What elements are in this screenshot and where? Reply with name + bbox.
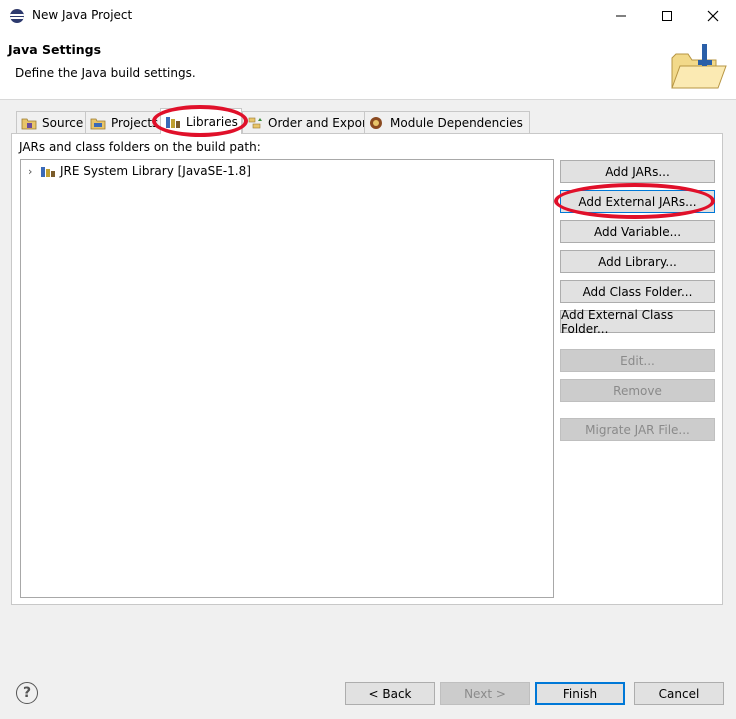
tab-order-and-export[interactable]: Order and Export — [242, 111, 379, 133]
source-folder-icon — [21, 116, 37, 130]
java-project-folder-icon — [671, 44, 727, 89]
tab-label: Order and Export — [268, 115, 372, 130]
window-title: New Java Project — [32, 8, 133, 22]
add-variable-button[interactable]: Add Variable... — [560, 220, 715, 243]
chevron-right-icon[interactable]: › — [28, 165, 40, 178]
build-path-label: JARs and class folders on the build path… — [19, 140, 261, 154]
tab-projects[interactable]: Projects — [85, 111, 166, 133]
tab-label: Source — [42, 115, 84, 130]
module-icon — [369, 116, 385, 130]
tab-module-dependencies[interactable]: Module Dependencies — [364, 111, 530, 133]
add-class-folder-button[interactable]: Add Class Folder... — [560, 280, 715, 303]
edit-button[interactable]: Edit... — [560, 349, 715, 372]
finish-button[interactable]: Finish — [535, 682, 625, 705]
add-external-class-folder-button[interactable]: Add External Class Folder... — [560, 308, 715, 336]
cancel-button[interactable]: Cancel — [634, 682, 724, 705]
next-button[interactable]: Next > — [440, 682, 530, 705]
close-icon[interactable] — [690, 0, 736, 32]
migrate-jar-button[interactable]: Migrate JAR File... — [560, 418, 715, 441]
add-jars-button[interactable]: Add JARs... — [560, 160, 715, 183]
tree-item-jre-system-library[interactable]: › JRE System Library [JavaSE-1.8] — [28, 162, 251, 180]
library-icon — [165, 115, 181, 129]
order-export-icon — [247, 116, 263, 130]
add-external-jars-button[interactable]: Add External JARs... — [560, 190, 715, 213]
jre-library-icon — [40, 164, 56, 178]
help-icon[interactable]: ? — [16, 682, 38, 704]
page-title: Java Settings — [8, 42, 102, 57]
remove-button[interactable]: Remove — [560, 379, 715, 402]
tab-label: Projects — [111, 115, 159, 130]
tab-label: Module Dependencies — [390, 115, 523, 130]
projects-icon — [90, 116, 106, 130]
back-button[interactable]: < Back — [345, 682, 435, 705]
maximize-icon[interactable] — [644, 0, 690, 32]
build-path-tree[interactable] — [20, 159, 554, 598]
tab-source[interactable]: Source — [16, 111, 91, 133]
tab-label: Libraries — [186, 114, 238, 129]
add-library-button[interactable]: Add Library... — [560, 250, 715, 273]
tab-libraries[interactable]: Libraries — [160, 108, 242, 134]
minimize-icon[interactable] — [598, 0, 644, 32]
page-description: Define the Java build settings. — [15, 66, 196, 80]
tree-item-label: JRE System Library [JavaSE-1.8] — [60, 164, 251, 178]
eclipse-icon — [10, 9, 24, 23]
